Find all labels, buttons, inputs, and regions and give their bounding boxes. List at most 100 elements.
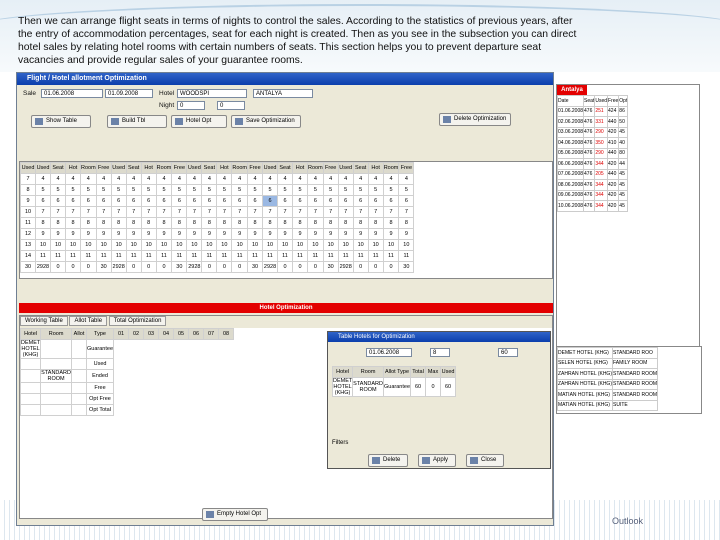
type-cell: Ended	[86, 369, 115, 383]
cell: 9	[155, 228, 173, 240]
empty-hotel-opt-button[interactable]: Empty Hotel Opt	[202, 508, 268, 521]
cell: 9	[337, 228, 354, 240]
hotel-row[interactable]: MATIAN HOTEL (KHG) SUITE	[557, 399, 659, 411]
lower-header: 07	[203, 328, 220, 340]
table-row[interactable]: 14 11 11 11 11 11 11 11 11 11 11 11 11 11 11 11 11 11 11 11…	[20, 250, 415, 262]
total-cell: 30	[247, 261, 264, 273]
table-row[interactable]: 13 10 10 10 10 10 10 10 10 10 10 10 10 10 10 10 10 10 10 10…	[20, 239, 415, 251]
list-item[interactable]: Free	[19, 382, 234, 394]
date-from-input[interactable]: 01.06.2008	[41, 89, 103, 98]
build-table-button[interactable]: Build Tbl	[107, 115, 167, 128]
hotel-input[interactable]: WOODSPI	[177, 89, 247, 98]
seat-cell: 45	[618, 179, 629, 191]
hotel-opt-button[interactable]: Hotel Opt	[171, 115, 227, 128]
table-row[interactable]: 10 7 7 7 7 7 7 7 7 7 7 7 7 7 7 7 7 7 7 7 7 7 7 7 7 7	[20, 206, 415, 218]
seat-row[interactable]: 09.06.2008 476 344 420 45	[557, 189, 629, 201]
hotel-row[interactable]: DEMET HOTEL (KHG) STANDARD ROO	[557, 347, 659, 359]
table-row[interactable]: 12 9 9 9 9 9 9 9 9 9 9 9 9 9 9 9 9 9 9 9 9 9 9 9 9 9	[20, 228, 415, 240]
dialog-cell: 0	[425, 377, 442, 397]
seat-row[interactable]: 10.06.2008 476 344 420 45	[557, 200, 629, 212]
list-item[interactable]: Used	[19, 358, 234, 370]
night-to-input[interactable]: 0	[217, 101, 245, 110]
save-optimization-button[interactable]: Save Optimization	[231, 115, 301, 128]
cell: 6	[231, 195, 249, 207]
seat-row[interactable]: 06.06.2008 476 344 420 44	[557, 158, 629, 170]
tab-total-optimization[interactable]: Total Optimization	[108, 316, 167, 326]
seat-row[interactable]: 04.06.2008 476 350 410 40	[557, 137, 629, 149]
dialog-apply-button[interactable]: Apply	[418, 454, 456, 467]
date-to-input[interactable]: 01.09.2008	[105, 89, 153, 98]
cell: 11	[201, 250, 218, 262]
cell: 5	[201, 184, 218, 196]
list-item[interactable]: STANDARD ROOM Ended	[19, 369, 234, 383]
cell: 9	[367, 228, 384, 240]
cell: 4	[277, 173, 294, 185]
total-cell: 0	[80, 261, 97, 273]
row-night: 10	[20, 206, 36, 218]
hotel-row[interactable]: ZAHRAN HOTEL (KHG) STANDARD ROOM	[557, 368, 659, 380]
tab-allot-table[interactable]: Allot Table	[69, 316, 108, 326]
cell: 5	[337, 184, 354, 196]
cell: 8	[140, 217, 157, 229]
cell: 9	[277, 228, 294, 240]
total-cell: 30	[95, 261, 112, 273]
seat-row[interactable]: 01.06.2008 476 251 424 86	[557, 105, 629, 117]
hotel-row[interactable]: MATIAN HOTEL (KHG) STANDARD ROOM	[557, 389, 659, 401]
cell: 4	[247, 173, 264, 185]
seat-cell: 420	[607, 179, 620, 191]
max-seats-input[interactable]: 60	[498, 348, 518, 357]
seat-row[interactable]: 05.06.2008 476 290 440 80	[557, 147, 629, 159]
hotel-cell: STANDARD ROOM	[611, 368, 659, 380]
days-input[interactable]: 8	[430, 348, 450, 357]
seat-cell: 06.06.2008	[557, 158, 585, 170]
show-table-button[interactable]: Show Table	[31, 115, 91, 128]
dialog-row[interactable]: DEMET HOTEL (KHG) STANDARD ROOM Guarantee 6…	[331, 377, 457, 397]
seat-row[interactable]: 02.06.2008 476 331 440 50	[557, 116, 629, 128]
tab-working-table[interactable]: Working Table	[20, 316, 68, 326]
filter-label: Filters	[332, 440, 349, 446]
delete-optimization-button[interactable]: Delete Optimization	[439, 113, 511, 126]
cell: 4	[307, 173, 324, 185]
cell: 5	[382, 184, 400, 196]
footer-text: Outlook	[612, 516, 644, 526]
flight-date-input[interactable]: 01.06.2008	[366, 348, 412, 357]
list-item[interactable]: Opt Total	[19, 404, 234, 416]
cell: 8	[352, 217, 369, 229]
cell: 4	[65, 173, 81, 185]
cell: 5	[231, 184, 249, 196]
list-item[interactable]: Opt Free	[19, 393, 234, 405]
cell: 8	[171, 217, 188, 229]
allot-cell	[71, 369, 88, 383]
dialog-close-button[interactable]: Close	[466, 454, 504, 467]
dialog-delete-button[interactable]: Delete	[368, 454, 408, 467]
cell: 10	[95, 239, 112, 251]
table-row[interactable]: 11 8 8 8 8 8 8 8 8 8 8 8 8 8 8 8 8 8 8 8 8 8 8 8 8 8	[20, 217, 415, 229]
dep-input[interactable]: ANTALYA	[253, 89, 313, 98]
cell: 7	[110, 206, 127, 218]
table-row[interactable]: 85555555555555555555555555	[20, 184, 415, 196]
room-cell	[40, 339, 73, 359]
cell: 7	[125, 206, 142, 218]
cell: 6	[201, 195, 218, 207]
cell: 5	[277, 184, 294, 196]
seat-header: Opt	[618, 95, 629, 107]
list-item[interactable]: DEMET HOTEL (KHG) Guarantee	[19, 339, 234, 359]
col-header: Hot	[292, 162, 309, 174]
hotel-row[interactable]: SELEN HOTEL (KHG) FAMILY ROOM	[557, 357, 659, 369]
seat-row[interactable]: 03.06.2008 476 290 420 45	[557, 126, 629, 138]
night-from-input[interactable]: 0	[177, 101, 205, 110]
hotel-row[interactable]: ZAHRAN HOTEL (KHG) STANDARD ROOM	[557, 378, 659, 390]
cell: 5	[155, 184, 173, 196]
cell: 9	[247, 228, 264, 240]
seat-row[interactable]: 07.06.2008 476 205 440 45	[557, 168, 629, 180]
cell: 10	[186, 239, 203, 251]
seat-cell: 44	[618, 158, 629, 170]
cell: 4	[35, 173, 51, 185]
table-row[interactable]: 96666666666666666666666666	[20, 195, 415, 207]
hotel-icon	[175, 118, 183, 125]
seat-row[interactable]: 08.06.2008 476 344 420 45	[557, 179, 629, 191]
seat-cell: 04.06.2008	[557, 137, 585, 149]
cell: 6	[65, 195, 81, 207]
table-row[interactable]: 74444444444444444444444444	[20, 173, 415, 185]
cell: 11	[277, 250, 294, 262]
